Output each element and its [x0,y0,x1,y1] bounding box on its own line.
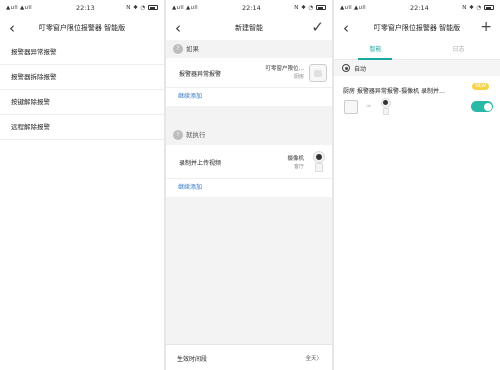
question-icon: ? [173,44,183,54]
camera-device-icon [380,98,392,116]
sensor-device-icon [309,64,327,82]
auto-label: 自动 [354,66,367,73]
action-card: 录制并上传视频 摄像机 客厅 继续添加 [166,145,332,197]
signal-icon: ▲ull ▲ull [340,5,366,11]
header: ‹ 新建智能 ✓ [166,16,332,40]
list-item[interactable]: 报警器拆除报警 [0,65,164,90]
alert-icon: ! [173,130,183,140]
condition-label: 报警器异常报警 [179,71,222,78]
link-icon: ∞ [366,102,372,110]
list-item[interactable]: 按键解除报警 [0,90,164,115]
automation-toggle[interactable] [471,101,493,112]
header: ‹ 叮零窗户限位报警器 智能版 [0,16,164,40]
action-label: 录制并上传视频 [179,160,222,167]
new-badge: NEW [472,83,489,90]
list-item[interactable]: 报警器异常报警 [0,40,164,65]
add-action-link[interactable]: 继续添加 [166,179,332,197]
tab-smart[interactable]: 智能 [334,44,417,53]
status-time: 22:14 [242,4,261,12]
page-title: 新建智能 [235,24,263,32]
status-bar: ▲ull ▲ull 22:14 N ✱ ◔ [334,0,500,16]
battery-icon [148,5,158,10]
tab-log[interactable]: 日志 [417,44,500,53]
smart-list-screen: ▲ull ▲ull 22:14 N ✱ ◔ ‹ 叮零窗户限位报警器 智能版 + … [334,0,500,370]
signal-icon: ▲ull ▲ull [6,5,32,11]
automation-title: 厨房 报警器异常报警-摄像机 录制并… [343,88,445,95]
battery-icon [484,5,494,10]
confirm-check-icon[interactable]: ✓ [311,18,324,36]
status-bar: ▲ull ▲ull 22:14 N ✱ ◔ [166,0,332,16]
auto-section-header: 自动 [334,60,500,76]
page-title: 叮零窗户限位报警器 智能版 [38,24,126,32]
add-condition-link[interactable]: 继续添加 [166,88,332,106]
sensor-device-icon [344,100,358,114]
if-section-label: ? 如果 [166,42,332,56]
automation-list-screen: ▲ull ▲ull 22:13 N ✱ ◔ ‹ 叮零窗户限位报警器 智能版 报警… [0,0,164,370]
effective-time-label: 生效时间段 [177,356,208,363]
status-time: 22:13 [76,4,95,12]
effective-time-row[interactable]: 生效时间段 全天〉 [166,344,332,370]
header: ‹ 叮零窗户限位报警器 智能版 + [334,16,500,40]
condition-card: 报警器异常报警 叮零窗户限位… 厨房 继续添加 [166,58,332,106]
page-title: 叮零窗户限位报警器 智能版 [373,24,461,32]
signal-icon: ▲ull ▲ull [172,5,198,11]
tab-bar: 智能 日志 [334,40,500,60]
auto-icon [342,64,350,72]
new-automation-screen: ▲ull ▲ull 22:14 N ✱ ◔ ‹ 新建智能 ✓ ? 如果 报警器异… [166,0,332,370]
camera-device-icon [312,151,326,173]
condition-row[interactable]: 报警器异常报警 叮零窗户限位… 厨房 [166,58,332,88]
automation-card[interactable]: 厨房 报警器异常报警-摄像机 录制并… NEW ∞ [334,80,500,122]
list-item[interactable]: 远程解除报警 [0,115,164,140]
plus-icon[interactable]: + [480,18,492,36]
battery-icon [316,5,326,10]
then-section-label: ! 就执行 [166,128,332,142]
status-icons: N ✱ ◔ [294,5,326,11]
status-time: 22:14 [410,4,429,12]
status-bar: ▲ull ▲ull 22:13 N ✱ ◔ [0,0,164,16]
trigger-list: 报警器异常报警 报警器拆除报警 按键解除报警 远程解除报警 [0,40,164,140]
action-row[interactable]: 录制并上传视频 摄像机 客厅 [166,145,332,179]
action-device: 摄像机 客厅 [287,156,304,170]
status-icons: N ✱ ◔ [126,5,158,11]
status-icons: N ✱ ◔ [462,5,494,11]
condition-device: 叮零窗户限位… 厨房 [265,66,304,80]
effective-time-value: 全天〉 [305,356,322,362]
